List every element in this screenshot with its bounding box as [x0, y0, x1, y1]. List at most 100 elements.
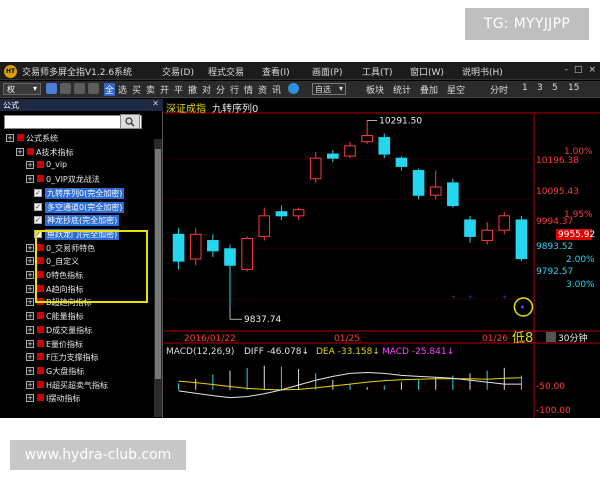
- minimize-button[interactable]: -: [565, 65, 568, 75]
- tree-item[interactable]: + I摆动指标: [0, 392, 154, 404]
- date-label: 01/25: [334, 334, 360, 344]
- expand-toggle-icon[interactable]: +: [26, 339, 34, 348]
- candle: [378, 137, 391, 155]
- expand-toggle-icon[interactable]: +: [26, 312, 34, 321]
- tool-split[interactable]: 分: [216, 83, 225, 96]
- tree-item[interactable]: + A技术指标: [0, 146, 154, 158]
- candle: [189, 233, 202, 260]
- search-button[interactable]: [120, 114, 140, 129]
- candle: [258, 215, 271, 237]
- tree-item[interactable]: ✓ 多空通道0(完全加密): [0, 201, 154, 213]
- menu-window[interactable]: 窗口(W): [410, 65, 444, 78]
- tree-item-label: 0_VIP双龙战法: [46, 175, 100, 185]
- tree-item-label: 九转序列0(完全加密): [45, 187, 125, 199]
- menu-trade[interactable]: 交易(D): [162, 65, 194, 78]
- tool-sector[interactable]: 板块: [366, 83, 384, 96]
- tree-item-label: A技术指标: [36, 147, 74, 157]
- title-bar: HT 交易师多屏全指V1.2.6系统 交易(D) 程式交易 查看(I) 画面(P…: [0, 62, 600, 80]
- period-3[interactable]: 3: [537, 83, 543, 93]
- annotation-highlight: [35, 230, 148, 303]
- tool-timeshare[interactable]: 分时: [490, 83, 508, 96]
- tree-item[interactable]: + G大盘指标: [0, 365, 154, 377]
- period-5[interactable]: 5: [552, 83, 558, 93]
- tool-quote[interactable]: 情: [244, 83, 253, 96]
- tool-sell[interactable]: 卖: [146, 83, 155, 96]
- tree-item[interactable]: ✓ 九转序列0(完全加密): [0, 187, 154, 199]
- menu-program-trading[interactable]: 程式交易: [208, 65, 244, 78]
- price-axis-pct-label: 1.95%: [564, 210, 593, 220]
- tree-item-label: I摆动指标: [46, 394, 81, 404]
- tree-item[interactable]: + E量价指标: [0, 338, 154, 350]
- expand-toggle-icon[interactable]: +: [26, 161, 34, 170]
- rights-select[interactable]: 权 ▾: [3, 83, 41, 95]
- forward-icon[interactable]: [60, 83, 71, 94]
- candle: [481, 229, 493, 242]
- period-1[interactable]: 1: [522, 83, 528, 93]
- tree-item[interactable]: +0_vip: [0, 159, 154, 171]
- tool-fund[interactable]: 资: [258, 83, 267, 96]
- tree-item[interactable]: + 公式系统: [0, 132, 154, 144]
- low8-signal-label: 低8: [512, 331, 533, 346]
- candle: [207, 240, 219, 252]
- candle: [309, 157, 322, 180]
- expand-toggle-icon[interactable]: +: [26, 325, 34, 334]
- tool-pair[interactable]: 对: [202, 83, 211, 96]
- macd-title: MACD(12,26,9): [166, 347, 234, 357]
- menu-screen[interactable]: 画面(P): [312, 65, 342, 78]
- menu-help[interactable]: 说明书(H): [462, 65, 503, 78]
- expand-toggle-icon[interactable]: +: [26, 257, 34, 266]
- tool-all[interactable]: 全: [104, 83, 116, 96]
- globe-icon[interactable]: [288, 83, 299, 94]
- menu-tools[interactable]: 工具(T): [362, 65, 393, 78]
- folder-icon: [37, 312, 44, 320]
- tree-item[interactable]: + F压力支撑指标: [0, 351, 154, 363]
- tree-item-label: D成交量指标: [46, 325, 93, 335]
- tree-scrollbar-thumb[interactable]: [155, 149, 161, 379]
- expand-toggle-icon[interactable]: +: [26, 366, 34, 375]
- tool-overlay[interactable]: 叠加: [420, 83, 438, 96]
- watchlist-select[interactable]: 自选 ▾: [312, 83, 346, 95]
- tool-close[interactable]: 平: [174, 83, 183, 96]
- menu-view[interactable]: 查看(I): [262, 65, 290, 78]
- kline-chart[interactable]: 10291.509837.74+ + +1.00%10196.3810095.439…: [164, 99, 600, 418]
- tool-select[interactable]: 选: [118, 83, 127, 96]
- expand-toggle-icon[interactable]: +: [26, 380, 34, 389]
- folder-icon: [37, 394, 44, 402]
- tool-row[interactable]: 行: [230, 83, 239, 96]
- expand-toggle-icon[interactable]: +: [26, 243, 34, 252]
- close-icon[interactable]: ✕: [152, 99, 159, 108]
- expand-toggle-icon[interactable]: +: [26, 271, 34, 279]
- macd-dea-label: DEA -33.158↓: [316, 347, 380, 357]
- expand-toggle-icon[interactable]: +: [26, 394, 34, 403]
- tree-item[interactable]: + D成交量指标: [0, 324, 154, 336]
- tree-item[interactable]: ✓ 神龙抄底(完全加密): [0, 214, 154, 227]
- tool-open[interactable]: 开: [160, 83, 169, 96]
- expand-toggle-icon[interactable]: +: [26, 284, 34, 293]
- expand-toggle-icon[interactable]: +: [26, 353, 34, 362]
- close-button[interactable]: ×: [588, 65, 596, 75]
- tree-item[interactable]: + H超买超卖气指标: [0, 379, 154, 391]
- tool-buy[interactable]: 买: [132, 83, 141, 96]
- folder-icon: [17, 134, 24, 141]
- tool-stats[interactable]: 统计: [393, 83, 411, 96]
- home-icon[interactable]: [88, 83, 99, 94]
- tree-item[interactable]: + C能量指标: [0, 310, 154, 322]
- site-watermark: www.hydra-club.com: [10, 440, 186, 470]
- expand-toggle-icon[interactable]: +: [6, 134, 14, 142]
- period-15[interactable]: 15: [568, 83, 579, 93]
- expand-toggle-icon[interactable]: +: [26, 175, 34, 184]
- tool-news[interactable]: 讯: [272, 83, 281, 96]
- candle: [412, 170, 425, 196]
- macd-diff-label: DIFF -46.078↓: [244, 347, 309, 357]
- maximize-button[interactable]: □: [574, 65, 583, 75]
- folder-icon: [37, 325, 44, 333]
- tool-cancel[interactable]: 撤: [188, 83, 197, 96]
- refresh-icon[interactable]: [74, 83, 85, 94]
- expand-toggle-icon[interactable]: +: [16, 147, 24, 156]
- tree-item[interactable]: +0_VIP双龙战法: [0, 173, 154, 185]
- candle: [344, 145, 356, 157]
- back-icon[interactable]: [46, 83, 57, 94]
- tool-starry[interactable]: 星空: [447, 83, 465, 96]
- expand-toggle-icon[interactable]: +: [26, 298, 34, 307]
- candle: [327, 153, 339, 159]
